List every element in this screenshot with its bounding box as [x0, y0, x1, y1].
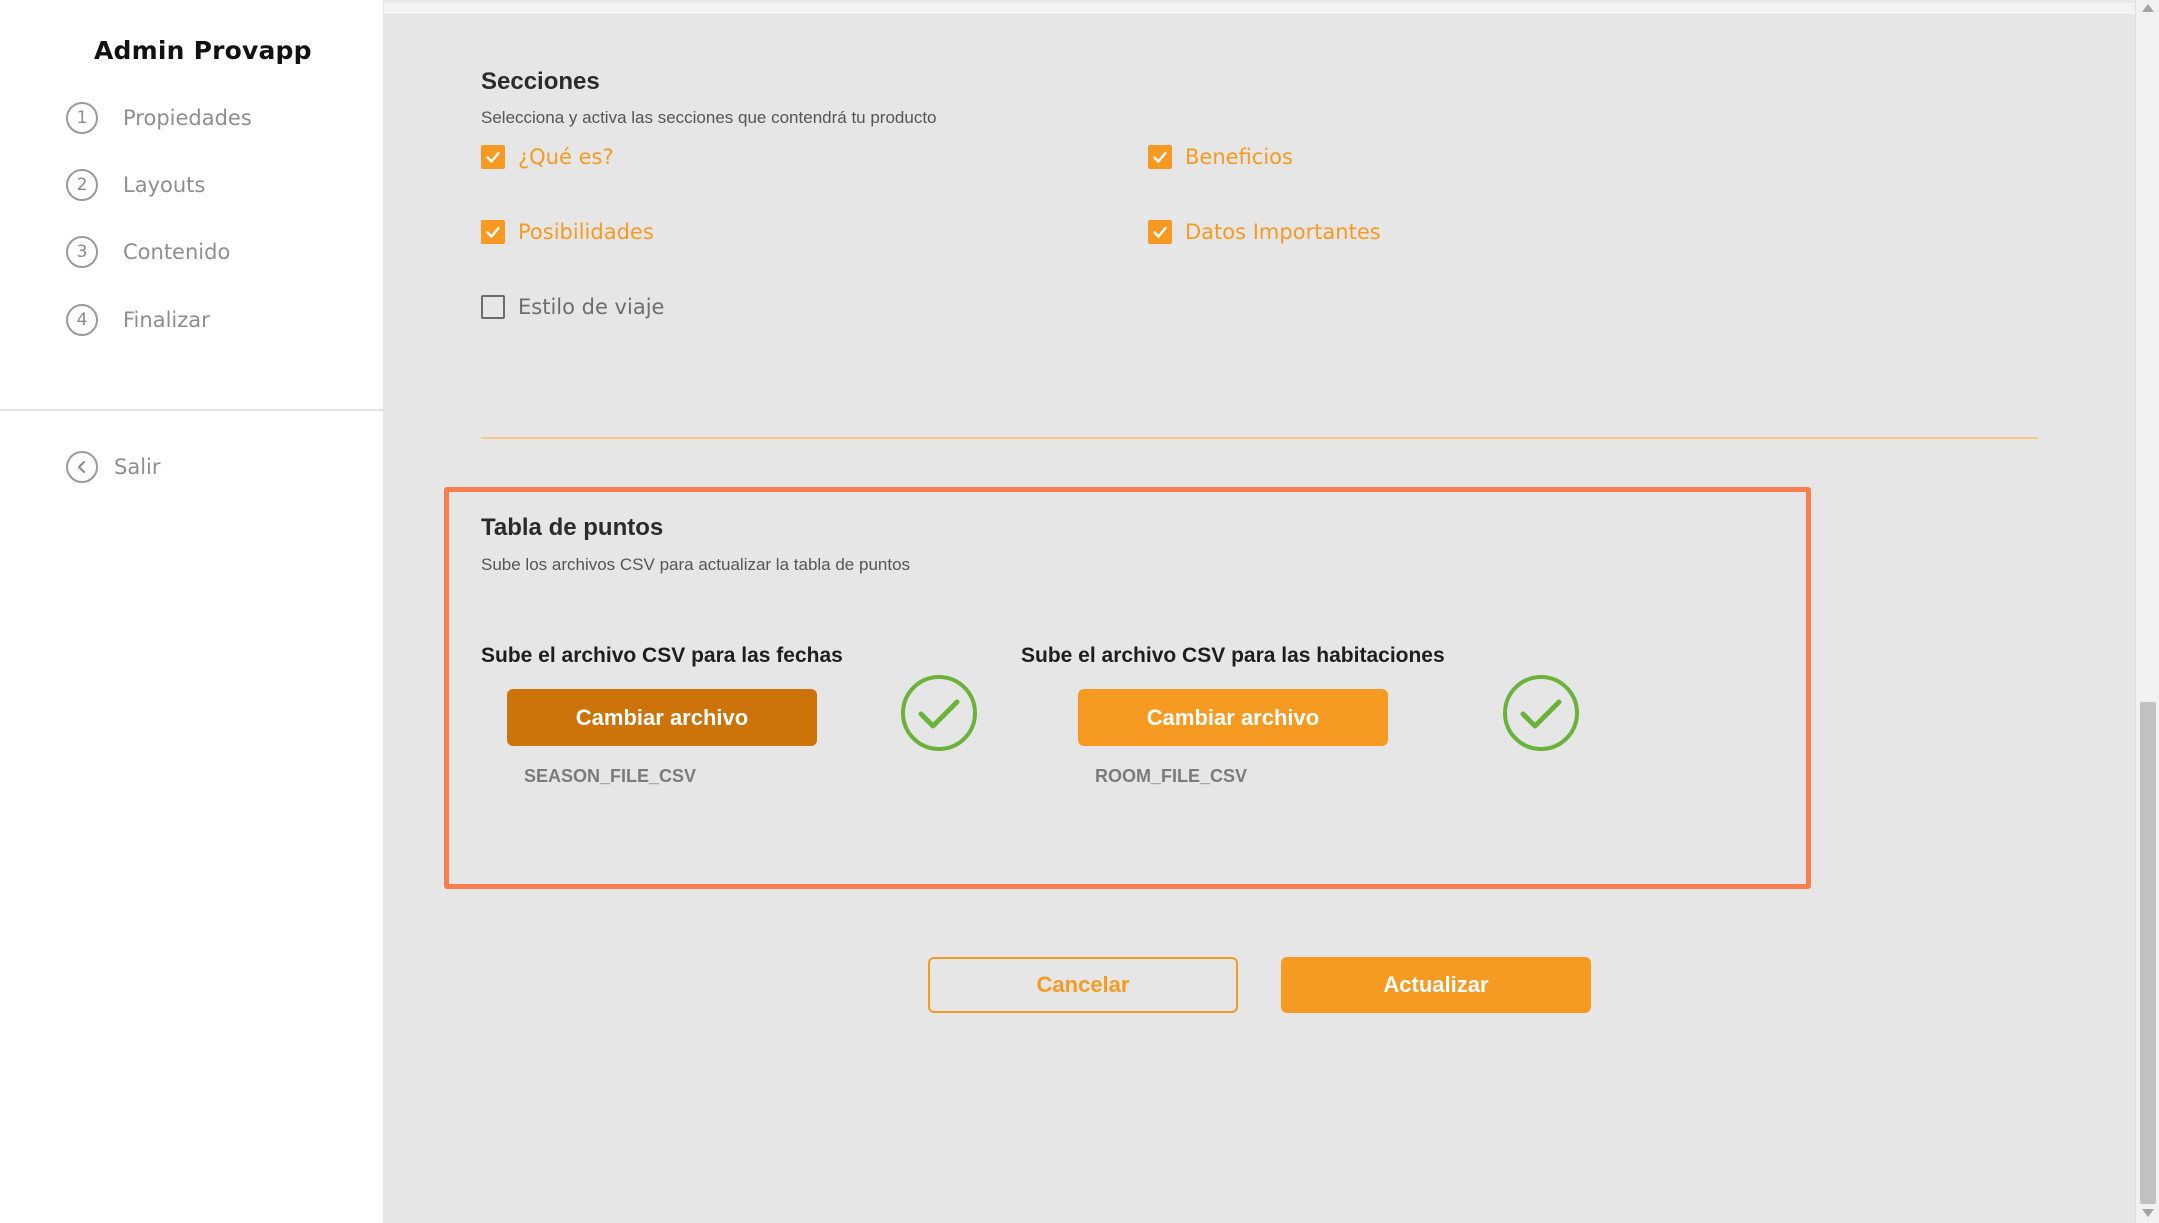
step-number-icon: 1 [66, 102, 98, 134]
sidebar-item-label: Finalizar [123, 308, 210, 332]
vertical-scrollbar[interactable] [2135, 0, 2159, 1223]
step-number-icon: 2 [66, 169, 98, 201]
checkbox-label: ¿Qué es? [518, 145, 614, 169]
top-bar [384, 3, 2135, 15]
step-number-icon: 4 [66, 304, 98, 336]
sidebar-item-layouts[interactable]: 2 Layouts [66, 168, 205, 202]
checkbox-checked-icon [1148, 220, 1172, 244]
checkbox-checked-icon [1148, 145, 1172, 169]
checkbox-unchecked-icon [481, 295, 505, 319]
section-title-secciones: Secciones [481, 68, 600, 95]
checkbox-label: Posibilidades [518, 220, 654, 244]
sidebar-item-salir[interactable]: Salir [66, 450, 161, 484]
sidebar-item-label: Contenido [123, 240, 231, 264]
cancel-button[interactable]: Cancelar [928, 957, 1238, 1013]
checkbox-label: Datos Importantes [1185, 220, 1381, 244]
update-button[interactable]: Actualizar [1281, 957, 1591, 1013]
step-number-icon: 3 [66, 236, 98, 268]
check-circle-icon [1503, 675, 1579, 751]
checkbox-posibilidades[interactable]: Posibilidades [481, 220, 654, 244]
scrollbar-thumb[interactable] [2140, 702, 2156, 1204]
checkbox-que-es[interactable]: ¿Qué es? [481, 145, 614, 169]
section-divider [481, 437, 2038, 439]
check-circle-icon [901, 675, 977, 751]
sidebar-item-contenido[interactable]: 3 Contenido [66, 235, 230, 269]
sidebar-item-label: Propiedades [123, 106, 252, 130]
upload-title-habitaciones: Sube el archivo CSV para las habitacione… [1021, 644, 1445, 667]
sidebar-item-finalizar[interactable]: 4 Finalizar [66, 303, 210, 337]
app-title: Admin Provapp [94, 36, 312, 65]
tabla-de-puntos-highlight [444, 487, 1811, 889]
sidebar-item-label: Layouts [123, 173, 206, 197]
change-season-file-button[interactable]: Cambiar archivo [507, 689, 817, 746]
chevron-left-icon [66, 451, 98, 483]
checkbox-datos-importantes[interactable]: Datos Importantes [1148, 220, 1381, 244]
section-subtitle-secciones: Selecciona y activa las secciones que co… [481, 108, 937, 127]
checkbox-checked-icon [481, 220, 505, 244]
checkbox-label: Beneficios [1185, 145, 1293, 169]
checkbox-estilo-de-viaje[interactable]: Estilo de viaje [481, 295, 664, 319]
section-subtitle-tabla: Sube los archivos CSV para actualizar la… [481, 555, 911, 574]
scroll-down-arrow-icon[interactable] [2142, 1209, 2154, 1217]
checkbox-beneficios[interactable]: Beneficios [1148, 145, 1293, 169]
sidebar: Admin Provapp 1 Propiedades 2 Layouts 3 … [0, 0, 384, 1223]
checkbox-label: Estilo de viaje [518, 295, 665, 319]
sidebar-divider [0, 409, 384, 411]
sidebar-item-label: Salir [114, 455, 161, 479]
upload-title-fechas: Sube el archivo CSV para las fechas [481, 644, 843, 667]
sidebar-item-propiedades[interactable]: 1 Propiedades [66, 101, 252, 135]
scroll-up-arrow-icon[interactable] [2142, 4, 2154, 12]
room-file-name: ROOM_FILE_CSV [1095, 766, 1248, 786]
section-title-tabla: Tabla de puntos [481, 514, 664, 541]
season-file-name: SEASON_FILE_CSV [524, 766, 697, 786]
checkbox-checked-icon [481, 145, 505, 169]
change-room-file-button[interactable]: Cambiar archivo [1078, 689, 1388, 746]
